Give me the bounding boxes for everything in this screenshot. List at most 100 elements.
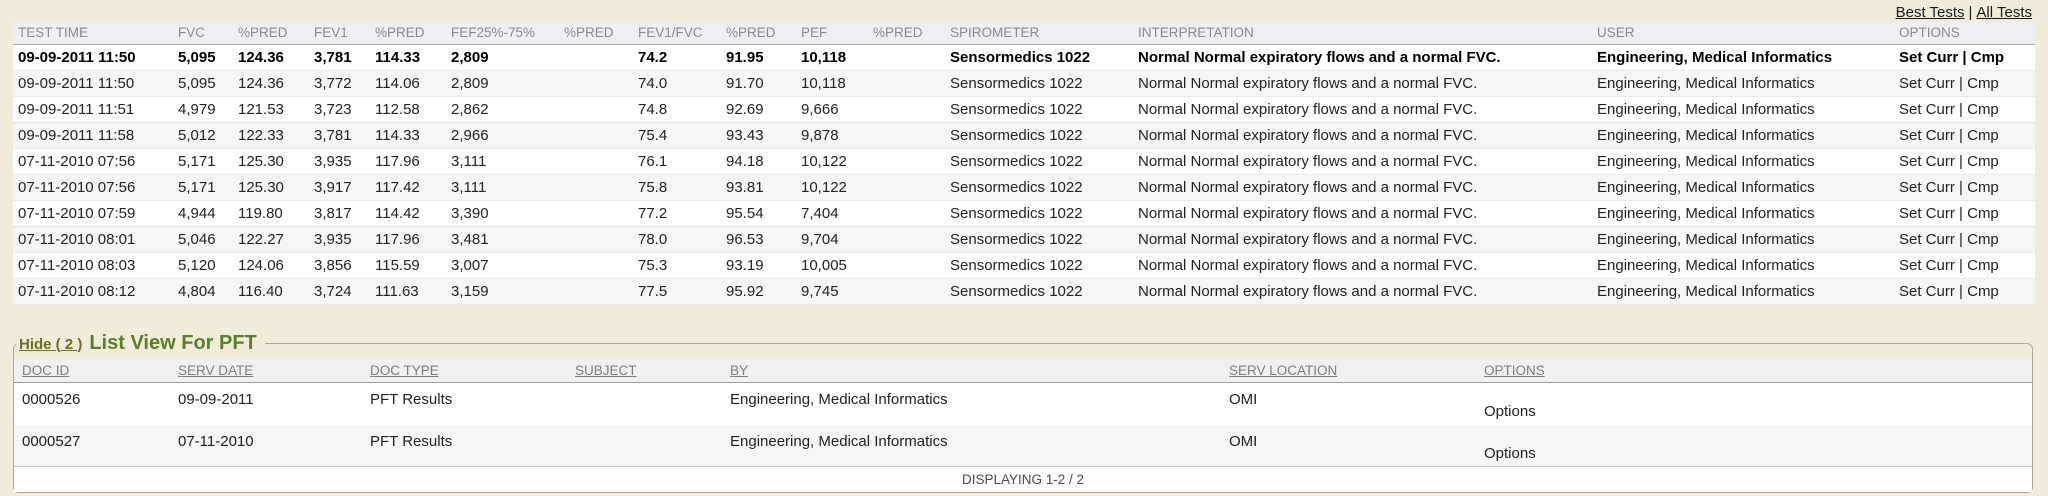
cmp-link[interactable]: Cmp [1967, 179, 1999, 196]
cell-fef25-75: 2,809 [446, 70, 559, 96]
options-separator: | [1959, 205, 1963, 222]
pft-results-table: TEST TIME FVC %PRED FEV1 %PRED FEF25%-75… [13, 22, 2035, 305]
col-header-fev1: FEV1 [309, 22, 370, 44]
by-sort-link[interactable]: BY [730, 363, 748, 378]
cell-pred-fef [559, 200, 633, 226]
cell-pred-fev1: 115.59 [370, 252, 446, 278]
set-curr-link[interactable]: Set Curr [1899, 153, 1955, 170]
cell-serv-location: OMI [1221, 383, 1476, 425]
cmp-link[interactable]: Cmp [1967, 153, 1999, 170]
cell-pef: 10,122 [796, 148, 868, 174]
cell-pred-pef [868, 200, 945, 226]
cell-interpretation: Normal Normal expiratory flows and a nor… [1133, 226, 1592, 252]
cell-pred-fev1: 114.06 [370, 70, 446, 96]
cmp-link[interactable]: Cmp [1967, 127, 1999, 144]
options-link[interactable]: Options [1484, 403, 1536, 420]
cell-fvc: 5,095 [173, 70, 233, 96]
cell-pred-fef [559, 70, 633, 96]
cell-subject [567, 383, 722, 425]
cell-doc-options: Options [1476, 425, 2032, 467]
col-header-pred-pef: %PRED [868, 22, 945, 44]
subject-sort-link[interactable]: SUBJECT [575, 363, 637, 378]
options-link[interactable]: Options [1484, 445, 1536, 462]
cmp-link[interactable]: Cmp [1967, 231, 1999, 248]
set-curr-link[interactable]: Set Curr [1899, 127, 1955, 144]
cell-fev1-fvc: 77.5 [633, 278, 721, 304]
doc-type-sort-link[interactable]: DOC TYPE [370, 363, 439, 378]
set-curr-link[interactable]: Set Curr [1899, 179, 1955, 196]
set-curr-link[interactable]: Set Curr [1899, 257, 1955, 274]
cell-fev1: 3,917 [309, 174, 370, 200]
cmp-link[interactable]: Cmp [1967, 283, 1999, 300]
cell-test-time: 09-09-2011 11:50 [13, 70, 173, 96]
set-curr-link[interactable]: Set Curr [1899, 205, 1955, 222]
cell-pred-fvc: 124.36 [233, 44, 309, 70]
cell-fev1-fvc: 77.2 [633, 200, 721, 226]
cell-serv-date: 07-11-2010 [170, 425, 362, 467]
cmp-link[interactable]: Cmp [1971, 49, 2004, 66]
cell-fef25-75: 3,111 [446, 148, 559, 174]
col-header-doc-id: DOC ID [14, 359, 170, 383]
cell-pred-fev1-fvc: 93.81 [721, 174, 796, 200]
cell-serv-date: 09-09-2011 [170, 383, 362, 425]
set-curr-link[interactable]: Set Curr [1899, 101, 1955, 118]
col-header-pef: PEF [796, 22, 868, 44]
cell-pred-fvc: 124.06 [233, 252, 309, 278]
cmp-link[interactable]: Cmp [1967, 205, 1999, 222]
cell-spirometer: Sensormedics 1022 [945, 148, 1133, 174]
cell-serv-location: OMI [1221, 425, 1476, 467]
col-header-pred-fev1-fvc: %PRED [721, 22, 796, 44]
all-tests-link[interactable]: All Tests [1976, 4, 2032, 21]
set-curr-link[interactable]: Set Curr [1899, 283, 1955, 300]
cell-doc-options: Options [1476, 383, 2032, 425]
cell-options: Set Curr | Cmp [1894, 278, 2035, 304]
cell-user: Engineering, Medical Informatics [1592, 148, 1894, 174]
col-header-fef25-75: FEF25%-75% [446, 22, 559, 44]
top-links-bar: Best Tests|All Tests [0, 0, 2048, 20]
cell-test-time: 09-09-2011 11:51 [13, 96, 173, 122]
cell-interpretation: Normal Normal expiratory flows and a nor… [1133, 44, 1592, 70]
cmp-link[interactable]: Cmp [1967, 75, 1999, 92]
cell-user: Engineering, Medical Informatics [1592, 122, 1894, 148]
options-separator: | [1959, 257, 1963, 274]
cell-pred-fef [559, 96, 633, 122]
best-tests-link[interactable]: Best Tests [1896, 4, 1965, 21]
cell-fvc: 5,095 [173, 44, 233, 70]
cmp-link[interactable]: Cmp [1967, 101, 1999, 118]
set-curr-link[interactable]: Set Curr [1899, 75, 1955, 92]
cell-pred-fev1-fvc: 95.92 [721, 278, 796, 304]
cell-pred-fvc: 119.80 [233, 200, 309, 226]
doc-id-sort-link[interactable]: DOC ID [22, 363, 69, 378]
cell-fef25-75: 2,809 [446, 44, 559, 70]
set-curr-link[interactable]: Set Curr [1899, 231, 1955, 248]
list-view-title: List View For PFT [89, 332, 256, 354]
cell-interpretation: Normal Normal expiratory flows and a nor… [1133, 122, 1592, 148]
cell-interpretation: Normal Normal expiratory flows and a nor… [1133, 70, 1592, 96]
pft-test-row: 07-11-2010 07:56 5,171 125.30 3,935 117.… [13, 148, 2035, 174]
col-header-options: OPTIONS [1894, 22, 2035, 44]
top-links-separator: | [1969, 4, 1973, 21]
cell-spirometer: Sensormedics 1022 [945, 278, 1133, 304]
doc-options-sort-link[interactable]: OPTIONS [1484, 363, 1545, 378]
cell-options: Set Curr | Cmp [1894, 96, 2035, 122]
options-separator: | [1959, 283, 1963, 300]
cell-user: Engineering, Medical Informatics [1592, 44, 1894, 70]
cmp-link[interactable]: Cmp [1967, 257, 1999, 274]
cell-pred-pef [868, 174, 945, 200]
hide-toggle-link[interactable]: Hide ( 2 ) [19, 336, 82, 353]
cell-fev1: 3,724 [309, 278, 370, 304]
serv-date-sort-link[interactable]: SERV DATE [178, 363, 253, 378]
cell-pred-fev1-fvc: 95.54 [721, 200, 796, 226]
cell-spirometer: Sensormedics 1022 [945, 174, 1133, 200]
cell-pred-fev1: 117.96 [370, 148, 446, 174]
cell-interpretation: Normal Normal expiratory flows and a nor… [1133, 252, 1592, 278]
document-row: 0000527 07-11-2010 PFT Results Engineeri… [14, 425, 2032, 467]
list-view-fieldset: Hide ( 2 ) List View For PFT DOC ID SERV … [13, 331, 2033, 493]
cell-pred-pef [868, 96, 945, 122]
cell-pred-fev1-fvc: 91.70 [721, 70, 796, 96]
cell-subject [567, 425, 722, 467]
cell-doc-type: PFT Results [362, 383, 567, 425]
serv-location-sort-link[interactable]: SERV LOCATION [1229, 363, 1337, 378]
set-curr-link[interactable]: Set Curr [1899, 49, 1958, 66]
cell-spirometer: Sensormedics 1022 [945, 44, 1133, 70]
